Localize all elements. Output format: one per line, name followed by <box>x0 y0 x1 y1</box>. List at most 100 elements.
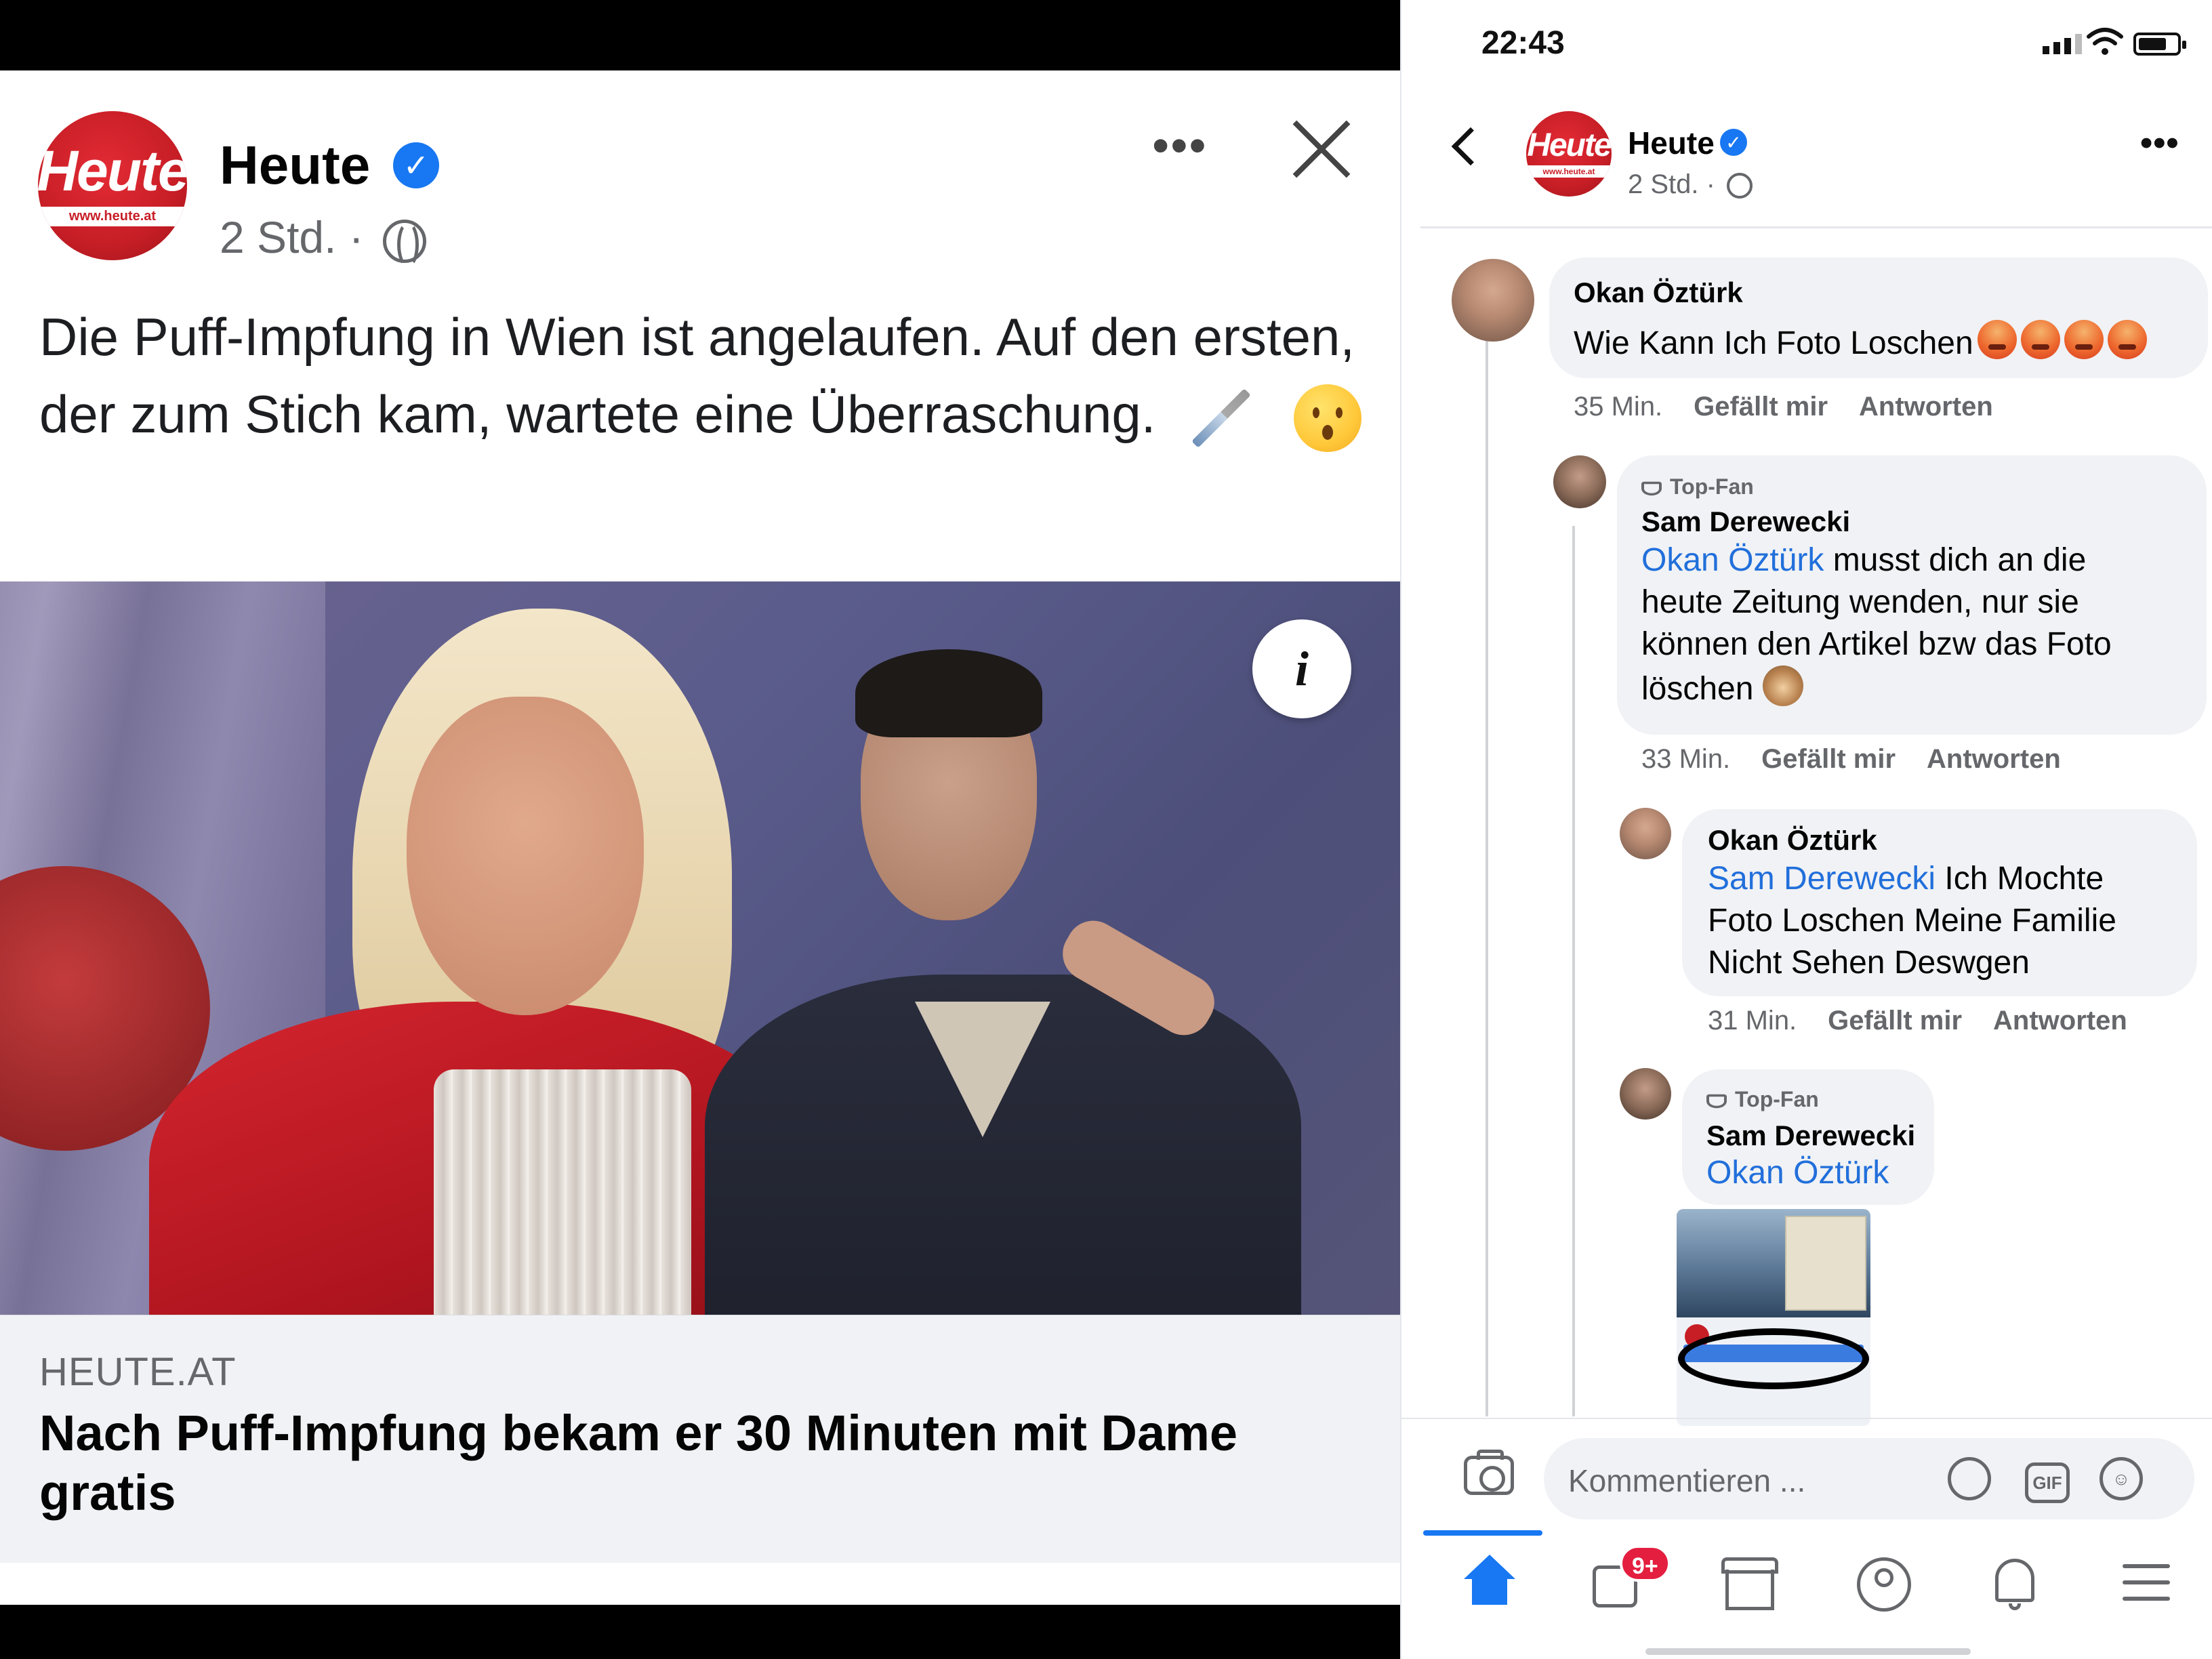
post-meta: 2 Std. · <box>220 211 427 268</box>
mention-link[interactable]: Okan Öztürk <box>1641 542 1824 578</box>
comment-line: Foto Loschen Meine Familie <box>1708 903 2116 939</box>
page-name[interactable]: Heute <box>220 134 370 197</box>
page-avatar-small[interactable]: Heute www.heute.at <box>1526 111 1612 197</box>
header-time: 2 Std. <box>1628 169 1699 199</box>
home-indicator <box>1645 1648 1971 1655</box>
comment-line: heute Zeitung wenden, nur sie <box>1641 584 2079 620</box>
comment-author[interactable]: Sam Derewecki <box>1706 1120 1915 1152</box>
attachment-marker-circle <box>1678 1328 1869 1389</box>
comment-line: löschen <box>1641 671 1754 707</box>
home-icon[interactable] <box>1458 1555 1519 1616</box>
see-no-evil-monkey-emoji <box>1763 665 1804 706</box>
bell-body <box>1995 1559 2034 1602</box>
comment-text-body: Wie Kann Ich Foto Loschen <box>1574 325 1973 361</box>
comment-input[interactable]: Kommentieren ... <box>1544 1438 2194 1519</box>
link-preview[interactable]: HEUTE.AT Nach Puff-Impfung bekam er 30 M… <box>0 1315 1400 1563</box>
top-fan-label: Top-Fan <box>1735 1087 1819 1111</box>
mention-link[interactable]: Okan Öztürk <box>1706 1155 1889 1191</box>
caption-text: Die Puff-Impfung in Wien ist angelaufen.… <box>39 307 1355 444</box>
verified-icon: ✓ <box>393 142 439 188</box>
more-icon[interactable]: ••• <box>2140 125 2179 161</box>
profile-icon[interactable] <box>1857 1555 1918 1616</box>
photo-woman-face <box>407 697 644 1015</box>
sticker-icon[interactable] <box>1948 1457 1991 1500</box>
mention-link[interactable]: Sam Derewecki <box>1708 861 1936 897</box>
emoji-icon[interactable]: ☺ <box>2100 1457 2143 1500</box>
comment-line: musst dich an die <box>1824 542 2087 578</box>
like-button[interactable]: Gefällt mir <box>1761 744 1896 774</box>
camera-icon[interactable] <box>1464 1450 1514 1495</box>
top-fan-label: Top-Fan <box>1670 474 1754 499</box>
bottom-black-bar <box>0 1605 1400 1659</box>
meta-separator: · <box>1706 169 1715 199</box>
info-icon[interactable]: i <box>1252 619 1351 718</box>
post-photo[interactable] <box>0 581 1400 1315</box>
page-avatar[interactable]: Heute www.heute.at <box>38 111 187 260</box>
comment-meta: 33 Min. Gefällt mir Antworten <box>1641 744 2061 775</box>
composer-divider <box>1401 1418 2212 1419</box>
avatar[interactable] <box>1452 259 1534 342</box>
logo-url-text: www.heute.at <box>1526 165 1612 178</box>
diamond-icon <box>1641 481 1662 495</box>
comment-author[interactable]: Sam Derewecki <box>1641 506 1850 538</box>
reply-button[interactable]: Antworten <box>1993 1006 2127 1036</box>
top-black-bar <box>0 0 1400 70</box>
battery-icon <box>2133 33 2186 56</box>
header-page-name[interactable]: Heute <box>1628 125 1715 161</box>
header-meta: 2 Std. · <box>1628 169 1753 200</box>
signal-icon <box>2043 34 2086 54</box>
profile-head <box>1875 1568 1893 1587</box>
like-button[interactable]: Gefällt mir <box>1828 1006 1962 1036</box>
comments-panel: 22:43 Heute www.heute.at Heute ✓ 2 Std. … <box>1400 0 2212 1659</box>
diamond-icon <box>1706 1094 1727 1108</box>
top-fan-badge: Top-Fan <box>1706 1087 1819 1112</box>
active-tab-indicator <box>1423 1530 1542 1536</box>
avatar[interactable] <box>1620 808 1671 859</box>
meta-separator: · <box>348 212 364 262</box>
bell-icon[interactable] <box>1988 1555 2049 1616</box>
like-button[interactable]: Gefällt mir <box>1694 392 1828 422</box>
comment-line: können den Artikel bzw das Foto <box>1641 626 2112 662</box>
comment-line: Ich Mochte <box>1936 861 2104 897</box>
comment-author[interactable]: Okan Öztürk <box>1708 824 1877 857</box>
store-body <box>1725 1570 1774 1610</box>
comment-attachment-image[interactable] <box>1677 1209 1870 1426</box>
notification-badge: 9+ <box>1620 1545 1671 1582</box>
logo-text: Heute <box>1527 127 1612 163</box>
comment-placeholder: Kommentieren ... <box>1568 1463 1806 1498</box>
syringe-emoji <box>1191 388 1251 449</box>
reply-button[interactable]: Antworten <box>1927 744 2061 774</box>
photo-corset <box>434 1069 691 1315</box>
avatar[interactable] <box>1553 455 1606 508</box>
back-icon[interactable] <box>1451 127 1490 166</box>
angry-face-emoji <box>2107 320 2147 359</box>
thread-line-reply <box>1572 526 1575 1416</box>
logo-url-text: www.heute.at <box>38 207 187 226</box>
post-time[interactable]: 2 Std. <box>220 212 336 262</box>
gif-icon[interactable]: GIF <box>2025 1462 2070 1503</box>
comment-time: 35 Min. <box>1574 392 1663 422</box>
comment-text: Sam Derewecki Ich Mochte Foto Loschen Me… <box>1708 858 2189 984</box>
reply-button[interactable]: Antworten <box>1859 392 1993 422</box>
more-icon[interactable]: ••• <box>1152 121 1208 170</box>
screen: Heute www.heute.at Heute ✓ 2 Std. · ••• … <box>0 0 2212 1659</box>
avatar[interactable] <box>1620 1068 1671 1120</box>
post-panel: Heute www.heute.at Heute ✓ 2 Std. · ••• … <box>0 0 1400 1659</box>
globe-icon <box>383 219 427 268</box>
angry-face-emoji <box>2020 320 2060 359</box>
post-caption: Die Puff-Impfung in Wien ist angelaufen.… <box>39 298 1368 453</box>
comment-meta: 35 Min. Gefällt mir Antworten <box>1574 392 1993 422</box>
photo-man-hair <box>855 649 1042 737</box>
bottom-gap <box>0 1564 1400 1605</box>
hushed-face-emoji <box>1293 384 1361 453</box>
angry-face-emoji <box>2064 320 2104 359</box>
close-icon[interactable] <box>1288 115 1355 183</box>
comment-time: 33 Min. <box>1641 744 1731 774</box>
bell-clapper <box>2009 1603 2021 1610</box>
menu-icon[interactable] <box>2123 1555 2184 1616</box>
attachment-article-panel <box>1785 1216 1866 1311</box>
marketplace-icon[interactable] <box>1721 1555 1786 1616</box>
video-icon[interactable]: 9+ <box>1593 1545 1671 1616</box>
comment-line: Nicht Sehen Deswgen <box>1708 945 2030 981</box>
comment-author[interactable]: Okan Öztürk <box>1574 276 1743 309</box>
